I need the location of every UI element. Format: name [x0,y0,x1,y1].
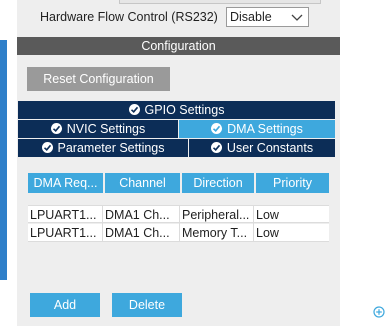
chevron-down-icon [291,14,303,21]
cell-dma-request: LPUART1... [28,224,103,242]
hardware-flow-control-select[interactable]: Disable [226,7,309,27]
cell-channel: DMA1 Ch... [103,206,180,224]
plus-circle-icon[interactable] [373,306,385,318]
tab-user-constants[interactable]: User Constants [189,139,335,157]
check-circle-icon [41,142,53,153]
add-button[interactable]: Add [30,293,100,317]
tab-nvic-label: NVIC Settings [66,122,146,136]
tab-nvic-settings[interactable]: NVIC Settings [18,120,178,138]
cell-priority: Low [256,208,279,222]
tab-dma-settings[interactable]: DMA Settings [179,120,335,138]
tab-gpio-settings[interactable]: GPIO Settings [18,101,335,119]
check-circle-icon [128,104,140,115]
cell-priority: Low [256,226,279,240]
column-header-priority[interactable]: Priority [256,173,329,193]
check-circle-icon [211,123,223,134]
table-row[interactable]: LPUART1... DMA1 Ch... Memory T... Low [28,224,329,242]
tab-gpio-label: GPIO Settings [144,103,225,117]
tab-parameter-settings[interactable]: Parameter Settings [18,139,188,157]
cell-dma-request: LPUART1... [28,206,103,224]
column-header-direction[interactable]: Direction [182,173,254,193]
hardware-flow-control-value: Disable [230,10,272,24]
top-edge-bar [119,0,321,4]
configuration-title: Configuration [17,37,340,55]
configuration-panel: Hardware Flow Control (RS232) Disable Co… [17,0,340,326]
tab-user-constants-label: User Constants [226,141,314,155]
tab-parameter-label: Parameter Settings [57,141,165,155]
hardware-flow-control-label: Hardware Flow Control (RS232) [40,10,218,24]
cell-channel: DMA1 Ch... [103,224,180,242]
delete-button[interactable]: Delete [112,293,182,317]
tab-dma-label: DMA Settings [227,122,303,136]
cell-direction: Memory T... [180,224,254,242]
check-circle-icon [50,123,62,134]
panel-splitter[interactable] [0,40,7,280]
column-header-dma-request[interactable]: DMA Req... [28,173,103,193]
cell-direction: Peripheral... [180,206,254,224]
table-row[interactable]: LPUART1... DMA1 Ch... Peripheral... Low [28,205,329,224]
check-circle-icon [210,142,222,153]
column-header-channel[interactable]: Channel [105,173,180,193]
reset-configuration-button[interactable]: Reset Configuration [27,67,170,91]
